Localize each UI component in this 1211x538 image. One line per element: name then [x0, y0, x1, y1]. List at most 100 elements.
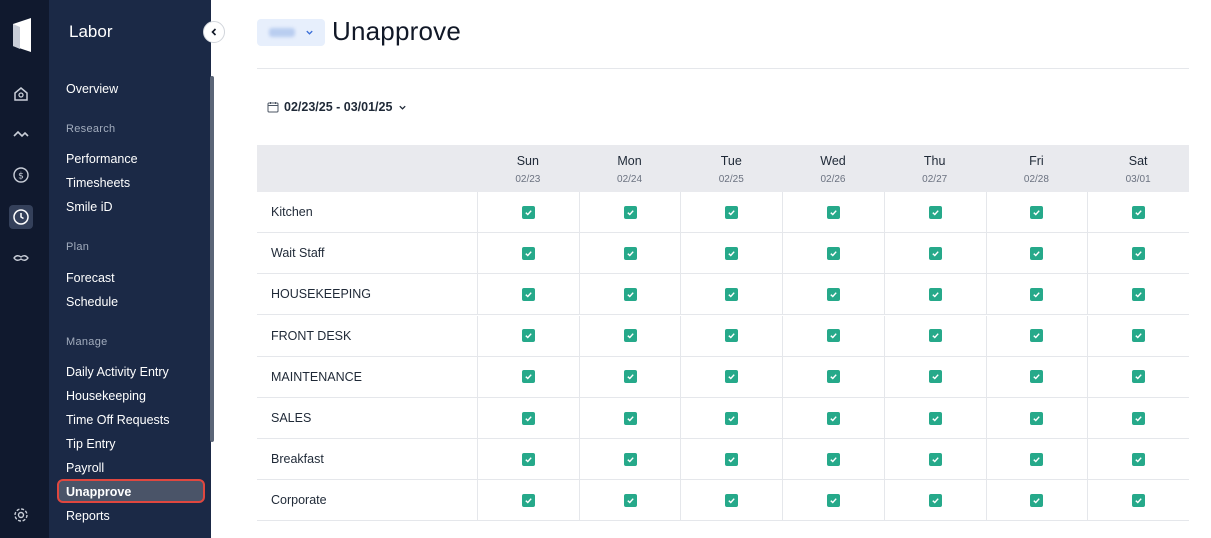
- sidebar-item-reports[interactable]: Reports: [66, 508, 110, 524]
- sidebar-item-performance[interactable]: Performance: [66, 151, 138, 167]
- sidebar-item-tip-entry[interactable]: Tip Entry: [66, 436, 116, 452]
- approval-checkbox[interactable]: [623, 493, 637, 507]
- approval-checkbox[interactable]: [826, 370, 840, 384]
- approval-checkbox[interactable]: [725, 493, 739, 507]
- approval-checkbox[interactable]: [1132, 493, 1146, 507]
- sidebar-item-time-off-requests[interactable]: Time Off Requests: [66, 412, 170, 428]
- approval-checkbox[interactable]: [826, 452, 840, 466]
- approval-checkbox[interactable]: [1030, 287, 1044, 301]
- sidebar-item-overview[interactable]: Overview: [66, 81, 118, 97]
- approval-checkbox[interactable]: [521, 205, 535, 219]
- home-icon[interactable]: [9, 82, 33, 106]
- approval-checkbox[interactable]: [725, 370, 739, 384]
- gear-icon[interactable]: [9, 503, 33, 527]
- grid-cell: [477, 192, 579, 232]
- checkmark-icon: [1033, 292, 1041, 298]
- sidebar-item-payroll[interactable]: Payroll: [66, 460, 104, 476]
- approval-checkbox[interactable]: [928, 452, 942, 466]
- approval-checkbox[interactable]: [826, 287, 840, 301]
- approval-checkbox[interactable]: [725, 329, 739, 343]
- sidebar-item-forecast[interactable]: Forecast: [66, 270, 115, 286]
- approval-checkbox[interactable]: [928, 411, 942, 425]
- approval-checkbox[interactable]: [826, 493, 840, 507]
- approval-checkbox[interactable]: [1132, 452, 1146, 466]
- sidebar-item-unapprove[interactable]: Unapprove: [66, 484, 131, 500]
- sidebar-item-timesheets[interactable]: Timesheets: [66, 175, 130, 191]
- approval-checkbox[interactable]: [623, 205, 637, 219]
- sidebar-item-schedule[interactable]: Schedule: [66, 294, 118, 310]
- approval-checkbox[interactable]: [623, 411, 637, 425]
- grid-cell: [883, 439, 986, 480]
- approval-checkbox[interactable]: [928, 246, 942, 260]
- approval-checkbox[interactable]: [928, 329, 942, 343]
- grid-cell: [578, 192, 681, 232]
- clock-icon[interactable]: [9, 205, 33, 229]
- grid-cell: [985, 233, 1088, 274]
- handshake-icon[interactable]: [9, 246, 33, 270]
- approval-checkbox[interactable]: [1132, 205, 1146, 219]
- approval-checkbox[interactable]: [826, 246, 840, 260]
- logo-icon[interactable]: [11, 18, 33, 52]
- grid-cell: [782, 439, 884, 480]
- day-date: 03/01: [1125, 174, 1151, 185]
- approval-checkbox[interactable]: [725, 246, 739, 260]
- dollar-icon[interactable]: $: [9, 163, 33, 187]
- activity-icon[interactable]: [9, 122, 33, 146]
- approval-checkbox[interactable]: [1132, 246, 1146, 260]
- approval-checkbox[interactable]: [623, 287, 637, 301]
- approval-checkbox[interactable]: [623, 329, 637, 343]
- table-row: FRONT DESK: [257, 315, 1189, 357]
- approval-checkbox[interactable]: [725, 287, 739, 301]
- approval-checkbox[interactable]: [623, 370, 637, 384]
- approval-checkbox[interactable]: [1030, 205, 1044, 219]
- property-selector[interactable]: [257, 19, 325, 46]
- checkmark-icon: [1135, 250, 1142, 257]
- approval-checkbox[interactable]: [1132, 370, 1146, 384]
- approval-checkbox[interactable]: [1030, 493, 1044, 507]
- approval-checkbox[interactable]: [826, 329, 840, 343]
- approval-checkbox[interactable]: [623, 452, 637, 466]
- day-date: 02/28: [1023, 174, 1049, 185]
- checkmark-icon: [1135, 415, 1142, 421]
- approval-checkbox[interactable]: [521, 246, 535, 260]
- checkmark-icon: [1033, 456, 1041, 463]
- approval-checkbox[interactable]: [1132, 287, 1146, 301]
- approval-checkbox[interactable]: [826, 205, 840, 219]
- approval-checkbox[interactable]: [1132, 329, 1146, 343]
- checkmark-icon: [626, 209, 634, 215]
- approval-checkbox[interactable]: [521, 493, 535, 507]
- approval-checkbox[interactable]: [1030, 329, 1044, 343]
- approval-checkbox[interactable]: [1030, 370, 1044, 384]
- date-range-picker[interactable]: 02/23/25 - 03/01/25: [267, 100, 407, 114]
- approval-checkbox[interactable]: [928, 205, 942, 219]
- approval-checkbox[interactable]: [826, 411, 840, 425]
- sidebar-item-housekeeping[interactable]: Housekeeping: [66, 388, 146, 404]
- app: $ Labor Overview Research Performance Ti…: [0, 0, 1211, 538]
- approval-checkbox[interactable]: [1030, 411, 1044, 425]
- approval-checkbox[interactable]: [1030, 246, 1044, 260]
- grid-cell: [985, 439, 1088, 480]
- approval-checkbox[interactable]: [1030, 452, 1044, 466]
- approval-checkbox[interactable]: [928, 493, 942, 507]
- approval-checkbox[interactable]: [521, 411, 535, 425]
- collapse-sidebar-button[interactable]: [203, 21, 225, 43]
- approval-checkbox[interactable]: [623, 246, 637, 260]
- sidebar-item-daily-activity-entry[interactable]: Daily Activity Entry: [66, 364, 169, 380]
- checkmark-icon: [626, 250, 634, 257]
- approval-checkbox[interactable]: [521, 452, 535, 466]
- approval-checkbox[interactable]: [521, 329, 535, 343]
- row-label: Corporate: [271, 493, 327, 508]
- approval-checkbox[interactable]: [928, 287, 942, 301]
- approval-checkbox[interactable]: [725, 205, 739, 219]
- sidebar-item-smile-id[interactable]: Smile iD: [66, 199, 113, 215]
- grid-cell: [578, 356, 681, 397]
- approval-checkbox[interactable]: [725, 411, 739, 425]
- approval-checkbox[interactable]: [1132, 411, 1146, 425]
- checkmark-icon: [1135, 374, 1142, 380]
- approval-checkbox[interactable]: [521, 287, 535, 301]
- grid-cell: [477, 315, 579, 356]
- approval-checkbox[interactable]: [928, 370, 942, 384]
- approval-checkbox[interactable]: [521, 370, 535, 384]
- grid-cell: [883, 480, 986, 521]
- approval-checkbox[interactable]: [725, 452, 739, 466]
